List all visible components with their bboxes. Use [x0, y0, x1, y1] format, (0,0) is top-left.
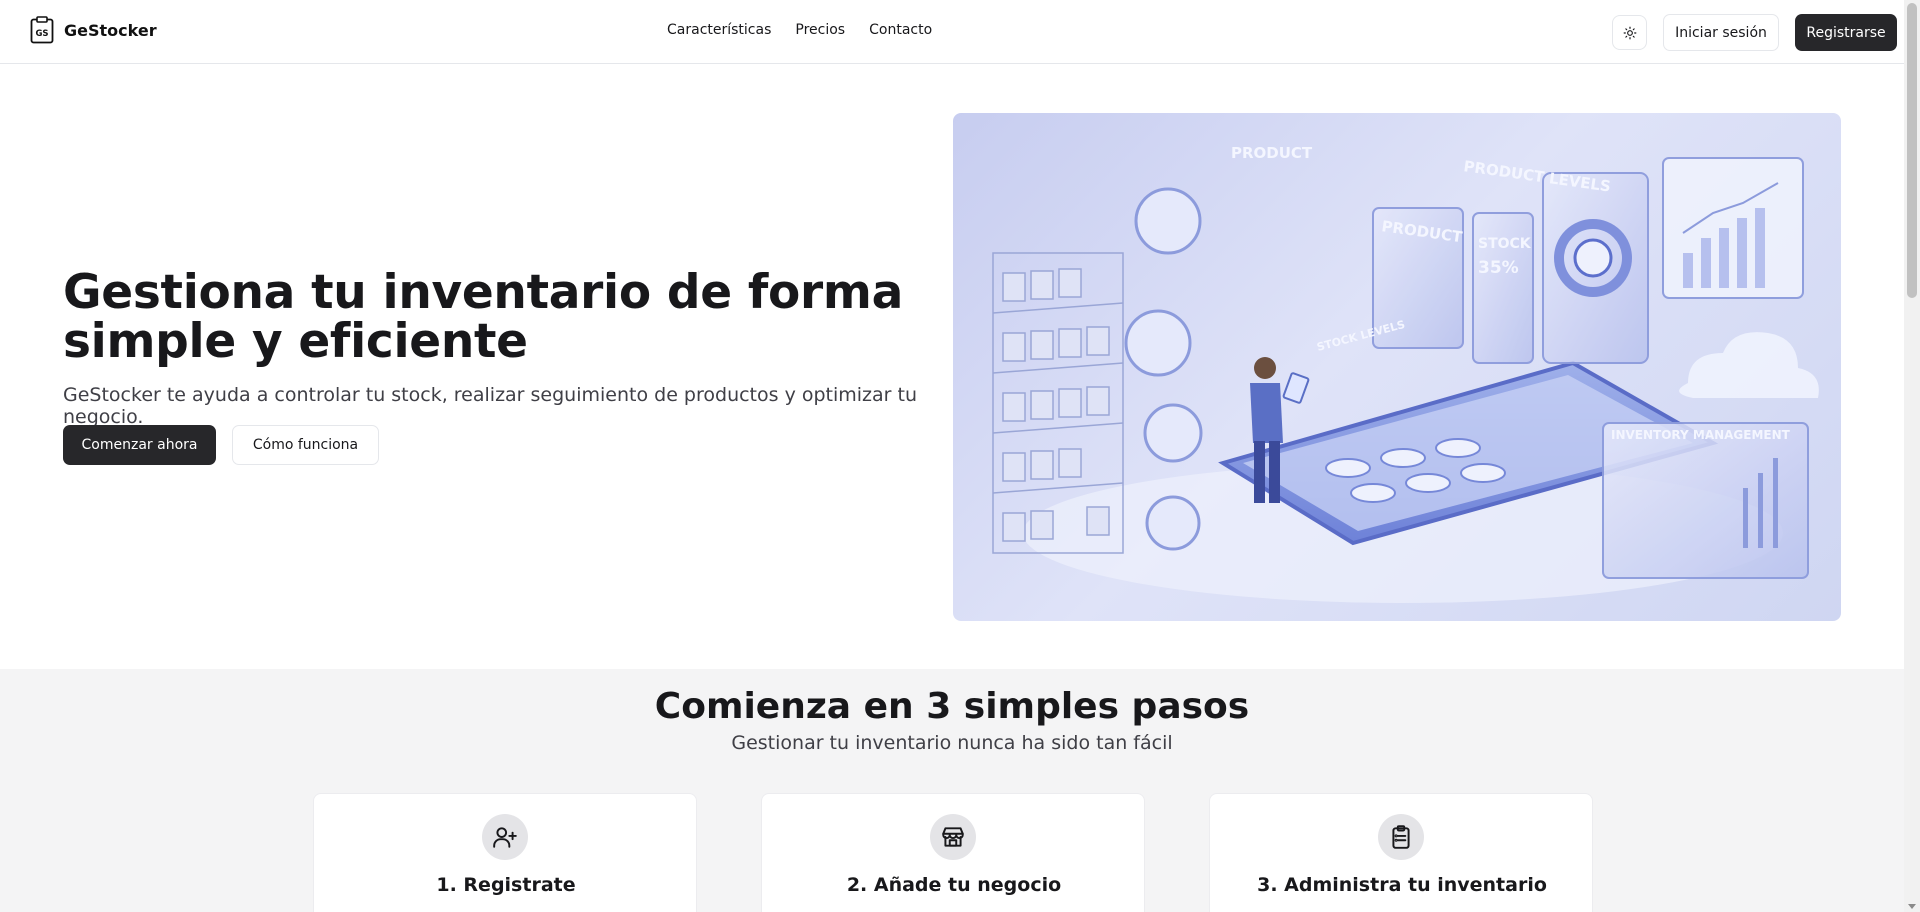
main-nav: Características Precios Contacto [667, 22, 932, 38]
step-card-register: 1. Registrate [313, 793, 697, 912]
step-card-title: 2. Añade tu negocio [846, 874, 1062, 896]
start-now-button[interactable]: Comenzar ahora [63, 425, 216, 465]
page-scrollbar[interactable] [1904, 0, 1920, 912]
svg-text:INVENTORY MANAGEMENT: INVENTORY MANAGEMENT [1611, 428, 1791, 442]
clipboard-list-icon [1378, 814, 1424, 860]
scroll-down-arrow-icon[interactable] [1908, 904, 1916, 909]
steps-title: Comienza en 3 simples pasos [654, 686, 1250, 727]
step-card-add-business: 2. Añade tu negocio [761, 793, 1145, 912]
step-card-title: 3. Administra tu inventario [1257, 874, 1547, 896]
user-plus-icon [482, 814, 528, 860]
step-card-title: 1. Registrate [436, 874, 576, 896]
clipboard-logo-icon: GS [30, 16, 54, 44]
inventory-illustration: PRODUCT PRODUCT LEVELS PRODUCT STOCK 35%… [992, 144, 1819, 603]
brand-name: GeStocker [64, 20, 157, 40]
nav-link-caracteristicas[interactable]: Características [667, 22, 771, 38]
step-card-manage-inventory: 3. Administra tu inventario [1209, 793, 1593, 912]
theme-toggle-button[interactable] [1612, 15, 1647, 50]
how-it-works-button[interactable]: Cómo funciona [232, 425, 379, 465]
hero-illustration: PRODUCT PRODUCT LEVELS PRODUCT STOCK 35%… [953, 113, 1841, 621]
nav-link-precios[interactable]: Precios [795, 22, 845, 38]
login-button[interactable]: Iniciar sesión [1663, 14, 1779, 51]
svg-text:PRODUCT: PRODUCT [1231, 144, 1313, 162]
scrollbar-thumb[interactable] [1907, 3, 1917, 298]
svg-text:GS: GS [35, 29, 48, 39]
svg-text:35%: 35% [1478, 258, 1519, 278]
nav-link-contacto[interactable]: Contacto [869, 22, 932, 38]
hero-title: Gestiona tu inventario de forma simple y… [63, 265, 903, 369]
hero-subtitle: GeStocker te ayuda a controlar tu stock,… [63, 384, 918, 428]
top-navbar: GS GeStocker Características Precios Con… [0, 0, 1904, 64]
store-icon [930, 814, 976, 860]
steps-subtitle: Gestionar tu inventario nunca ha sido ta… [731, 732, 1173, 754]
svg-text:STOCK: STOCK [1478, 236, 1532, 252]
sun-icon [1623, 26, 1636, 39]
brand[interactable]: GS GeStocker [30, 16, 157, 44]
register-button[interactable]: Registrarse [1795, 14, 1897, 51]
svg-text:PRODUCT LEVELS: PRODUCT LEVELS [1462, 157, 1611, 195]
